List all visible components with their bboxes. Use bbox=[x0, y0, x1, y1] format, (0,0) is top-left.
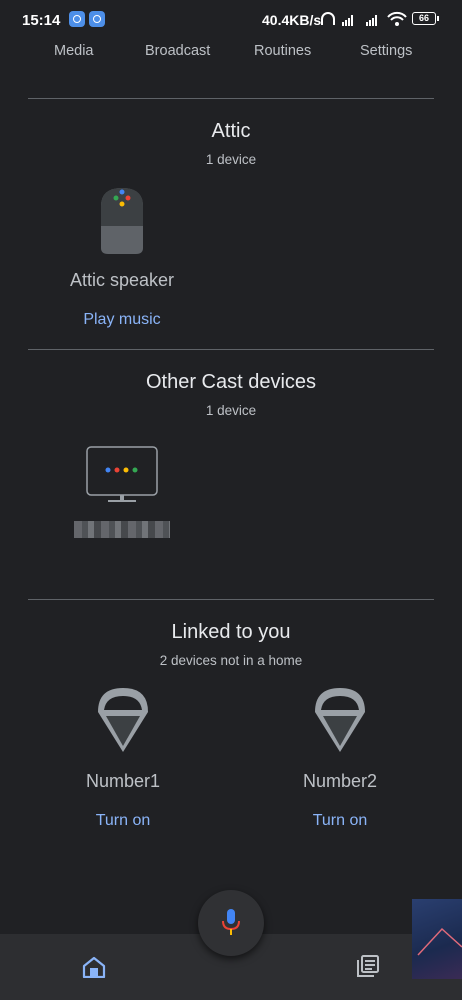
assistant-mic-button[interactable] bbox=[198, 890, 264, 956]
device-name-number1[interactable]: Number1 bbox=[53, 771, 193, 792]
network-speed: 40.4KB/s bbox=[262, 12, 322, 28]
home-icon[interactable] bbox=[82, 956, 106, 978]
divider bbox=[28, 349, 434, 350]
device-name-obscured[interactable] bbox=[74, 521, 170, 538]
smart-light-icon[interactable] bbox=[96, 686, 150, 754]
section-title-other-cast: Other Cast devices bbox=[145, 371, 317, 393]
turn-on-button-number2[interactable]: Turn on bbox=[270, 812, 410, 830]
battery-indicator: 66 bbox=[412, 12, 439, 25]
tab-media[interactable]: Media bbox=[54, 43, 94, 59]
notification-app-icon bbox=[69, 11, 85, 27]
smart-light-icon-2[interactable] bbox=[313, 686, 367, 754]
status-bar: 15:14 40.4KB/s 66 bbox=[0, 0, 462, 40]
divider bbox=[28, 599, 434, 600]
floating-thumbnail[interactable] bbox=[412, 899, 462, 979]
feed-icon[interactable] bbox=[356, 954, 380, 978]
notification-app-icon-2 bbox=[89, 11, 105, 27]
section-subtitle-attic: 1 device bbox=[205, 152, 257, 167]
section-subtitle-other-cast: 1 device bbox=[205, 403, 257, 418]
section-title-attic: Attic bbox=[211, 120, 251, 142]
device-name-attic-speaker[interactable]: Attic speaker bbox=[52, 270, 192, 291]
tab-settings[interactable]: Settings bbox=[360, 43, 412, 59]
status-time: 15:14 bbox=[22, 12, 61, 29]
section-title-linked: Linked to you bbox=[171, 621, 291, 643]
play-music-button[interactable]: Play music bbox=[52, 311, 192, 329]
thumbnail-graphic bbox=[417, 927, 462, 956]
tab-broadcast[interactable]: Broadcast bbox=[145, 43, 210, 59]
device-name-number2[interactable]: Number2 bbox=[270, 771, 410, 792]
cast-display-icon[interactable] bbox=[86, 446, 158, 504]
signal-wifi-icons bbox=[321, 11, 407, 26]
smart-speaker-icon[interactable] bbox=[96, 184, 148, 256]
section-subtitle-linked: 2 devices not in a home bbox=[159, 653, 303, 668]
turn-on-button-number1[interactable]: Turn on bbox=[53, 812, 193, 830]
divider bbox=[28, 98, 434, 99]
tab-routines[interactable]: Routines bbox=[254, 43, 311, 59]
mic-icon bbox=[222, 909, 240, 935]
